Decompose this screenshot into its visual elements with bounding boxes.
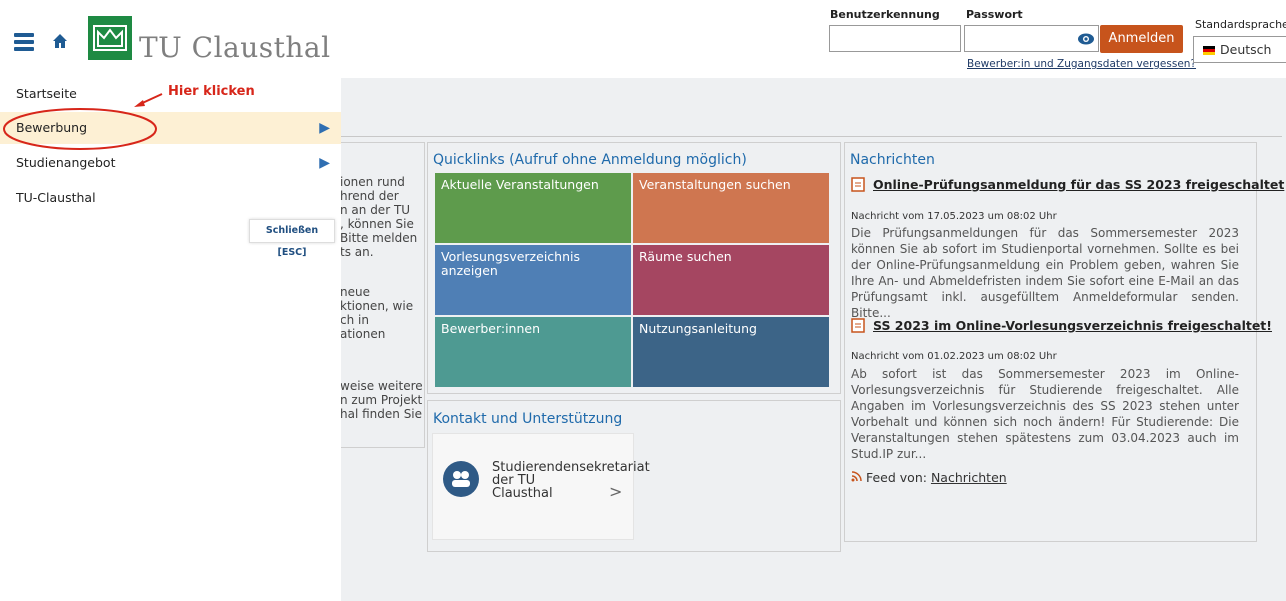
welcome-text-1: ionen rund hrend der n an der TU , könne… <box>340 175 418 259</box>
document-icon <box>851 177 865 192</box>
forgot-credentials-link[interactable]: Bewerber:in und Zugangsdaten vergessen? <box>967 58 1196 70</box>
username-label: Benutzerkennung <box>830 8 940 21</box>
feed-label: Feed von: <box>865 470 927 485</box>
news-date-1: Nachricht vom 17.05.2023 um 08:02 Uhr <box>851 211 1057 222</box>
annotation-overlay <box>3 93 163 150</box>
language-value: Deutsch <box>1220 42 1272 57</box>
logo-text: TU Clausthal <box>139 31 331 64</box>
username-input[interactable] <box>829 25 961 52</box>
rss-icon <box>851 471 862 482</box>
home-icon[interactable] <box>50 31 70 51</box>
show-password-eye-icon[interactable] <box>1077 32 1095 46</box>
divider <box>340 136 1282 137</box>
feed-link[interactable]: Nachrichten <box>931 470 1007 485</box>
contact-title: Kontakt und Unterstützung <box>433 411 623 427</box>
tile-vorlesungsverzeichnis[interactable]: Vorlesungsverzeichnis anzeigen <box>435 245 631 315</box>
news-date-2: Nachricht vom 01.02.2023 um 08:02 Uhr <box>851 351 1057 362</box>
news-title: Nachrichten <box>850 152 935 168</box>
news-body-1: Die Prüfungsanmeldungen für das Sommerse… <box>851 226 1239 320</box>
tile-nutzungsanleitung[interactable]: Nutzungsanleitung <box>633 317 829 387</box>
university-logo-icon[interactable] <box>88 16 132 60</box>
sidebar-item-tu-clausthal[interactable]: TU-Clausthal <box>0 182 341 214</box>
sidebar-item-label: TU-Clausthal <box>16 190 96 205</box>
welcome-text-2: neue ktionen, wie ch in ationen <box>340 285 414 341</box>
password-label: Passwort <box>966 8 1023 21</box>
news-headline-2[interactable]: SS 2023 im Online-Vorlesungsverzeichnis … <box>873 318 1272 333</box>
quicklinks-title: Quicklinks (Aufruf ohne Anmeldung möglic… <box>433 152 747 168</box>
tile-aktuelle-veranstaltungen[interactable]: Aktuelle Veranstaltungen <box>435 173 631 243</box>
contact-card[interactable]: Studierendensekretariat der TU Clausthal… <box>432 433 650 540</box>
people-icon <box>443 461 479 497</box>
news-body-2: Ab sofort ist das Sommersemester 2023 im… <box>851 367 1239 461</box>
tile-bewerberinnen[interactable]: Bewerber:innen <box>435 317 631 387</box>
tile-veranstaltungen-suchen[interactable]: Veranstaltungen suchen <box>633 173 829 243</box>
news-headline-1[interactable]: Online-Prüfungsanmeldung für das SS 2023… <box>873 177 1284 192</box>
chevron-right-icon: > <box>609 482 623 501</box>
close-menu-button[interactable]: Schließen [ESC] <box>249 219 335 258</box>
feed-row: Feed von: Nachrichten <box>851 470 1007 485</box>
hamburger-menu-icon[interactable] <box>14 33 34 51</box>
welcome-panel: ionen rund hrend der n an der TU , könne… <box>335 142 425 448</box>
login-button[interactable]: Anmelden <box>1100 25 1183 53</box>
contact-card-label: Studierendensekretariat der TU Clausthal <box>492 460 650 501</box>
tile-raeume-suchen[interactable]: Räume suchen <box>633 245 829 315</box>
language-select[interactable]: Deutsch <box>1193 36 1286 63</box>
quicklinks-panel: Quicklinks (Aufruf ohne Anmeldung möglic… <box>427 142 841 394</box>
header-bar: TU Clausthal Benutzerkennung Passwort An… <box>0 0 1286 78</box>
document-icon <box>851 318 865 333</box>
language-label: Standardsprache <box>1195 18 1286 31</box>
welcome-text-3: weise weitere n zum Projekt hal finden S… <box>340 379 423 421</box>
german-flag-icon <box>1203 46 1215 55</box>
